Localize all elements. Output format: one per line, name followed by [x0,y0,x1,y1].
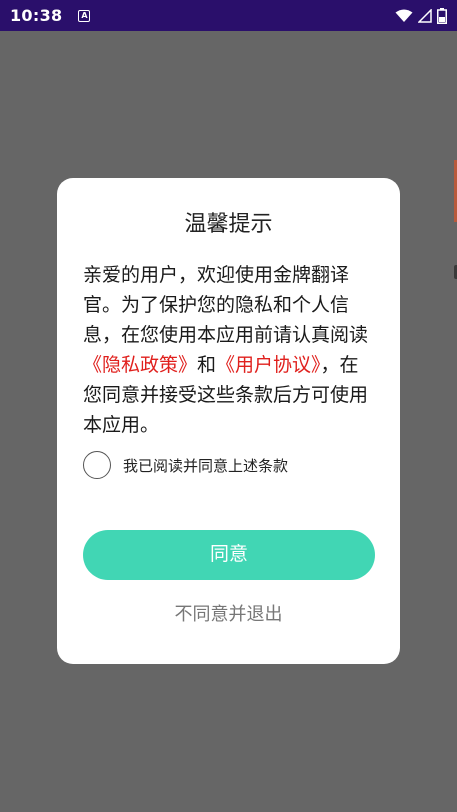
decline-exit-button[interactable]: 不同意并退出 [57,600,400,626]
body-text-before: 亲爱的用户，欢迎使用金牌翻译官。为了保护您的隐私和个人信息，在您使用本应用前请认… [83,264,369,346]
user-agreement-link[interactable]: 《用户协议》 [216,354,321,376]
dialog-title: 温馨提示 [184,212,273,237]
battery-icon [437,7,447,24]
agree-radio[interactable] [83,451,111,479]
privacy-dialog: 温馨提示 亲爱的用户，欢迎使用金牌翻译官。为了保护您的隐私和个人信息，在您使用本… [57,178,400,664]
agree-terms-label[interactable]: 我已阅读并同意上述条款 [123,455,288,476]
wifi-icon [395,9,413,22]
dialog-body: 亲爱的用户，欢迎使用金牌翻译官。为了保护您的隐私和个人信息，在您使用本应用前请认… [83,260,377,440]
signal-icon [418,8,432,23]
body-text-and: 和 [197,354,217,376]
privacy-policy-link[interactable]: 《隐私政策》 [83,354,197,376]
status-bar: 10:38 A [0,0,457,31]
status-time: 10:38 [10,6,63,25]
notification-icon: A [78,9,91,22]
status-icons [395,7,447,24]
agree-terms-row[interactable]: 我已阅读并同意上述条款 [83,451,288,479]
agree-button[interactable]: 同意 [83,530,375,580]
